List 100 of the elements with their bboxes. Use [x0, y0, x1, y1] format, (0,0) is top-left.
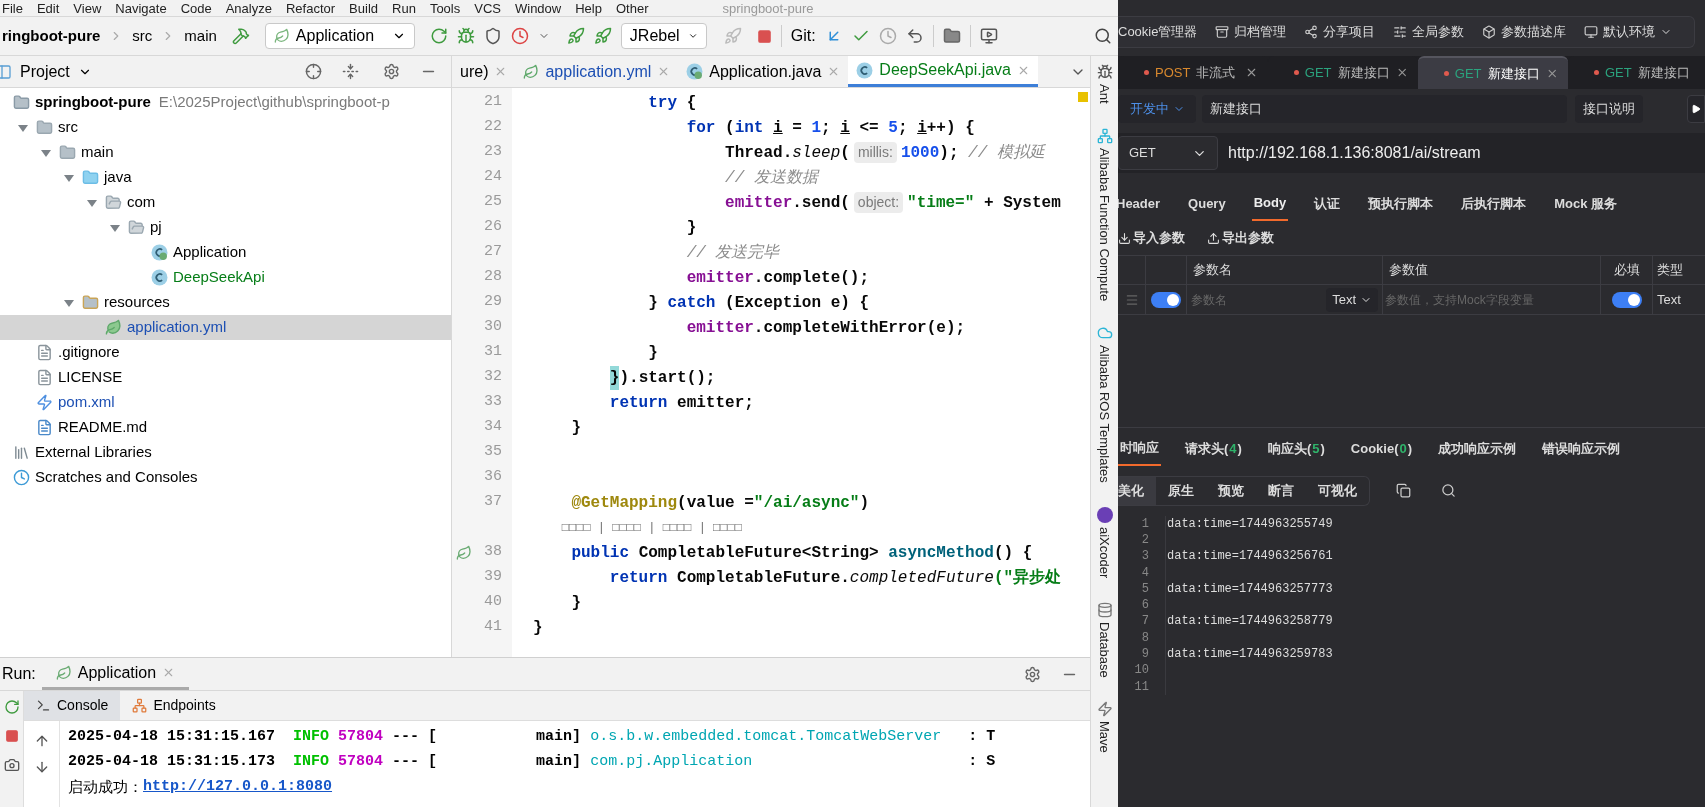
expanded-arrow-icon[interactable] [18, 122, 28, 133]
code-editor[interactable] [452, 88, 1090, 657]
toolbar-button[interactable]: 全局参数 [1393, 22, 1465, 42]
play-button[interactable] [1687, 95, 1705, 123]
search-icon[interactable] [1441, 483, 1456, 498]
breadcrumb-item[interactable]: src [132, 24, 153, 48]
leaf-icon[interactable] [456, 544, 472, 561]
camera-icon[interactable] [3, 757, 20, 773]
view-tab[interactable]: 原生 [1156, 476, 1206, 505]
rerun-icon[interactable] [3, 699, 20, 715]
debug-icon[interactable] [456, 27, 475, 45]
response-tab[interactable]: Cookie(0) [1348, 431, 1415, 466]
response-tab[interactable]: 成功响应示例 [1436, 431, 1519, 466]
toggle-switch[interactable] [1611, 291, 1642, 308]
tree-item[interactable]: LICENSE [0, 365, 451, 390]
response-tab[interactable]: 错误响应示例 [1540, 431, 1623, 466]
menu-item[interactable]: Navigate [115, 1, 167, 15]
tool-window-button[interactable]: Alibaba ROS Templates [1094, 344, 1115, 483]
expanded-arrow-icon[interactable] [64, 297, 74, 308]
menu-item[interactable]: Edit [36, 1, 60, 15]
request-section-tab[interactable]: 后执行脚本 [1459, 187, 1529, 221]
menu-item[interactable]: Tools [429, 1, 461, 15]
tree-item[interactable]: pom.xml [0, 390, 451, 415]
toolbar-button[interactable]: 归档管理 [1215, 22, 1287, 42]
editor-tab[interactable]: ure) [452, 56, 516, 87]
close-icon[interactable] [1545, 67, 1558, 80]
tree-item[interactable]: .gitignore [0, 340, 451, 365]
response-tab[interactable]: 响应头(5) [1265, 431, 1327, 466]
view-tab[interactable]: 预览 [1206, 476, 1256, 505]
view-tab[interactable]: 美化 [1118, 476, 1156, 505]
menu-item[interactable]: VCS [474, 1, 501, 15]
locate-icon[interactable] [305, 63, 322, 80]
tree-item[interactable]: DeepSeekApi [0, 265, 451, 290]
request-section-tab[interactable]: Query [1186, 187, 1228, 221]
tree-item[interactable]: resources [0, 290, 451, 315]
method-select[interactable]: GET [1118, 136, 1218, 170]
console-tab[interactable]: Console [24, 691, 121, 720]
menu-item[interactable]: Refactor [285, 1, 336, 15]
request-section-tab[interactable]: 认证 [1312, 187, 1343, 221]
editor-tab[interactable]: Application.java [678, 56, 849, 87]
name-field[interactable]: 新建接口 [1202, 95, 1567, 123]
editor-tab[interactable]: DeepSeekApi.java [848, 56, 1038, 87]
request-section-tab[interactable]: 预执行脚本 [1366, 187, 1436, 221]
request-section-tab[interactable]: Body [1251, 187, 1289, 221]
stop-icon[interactable] [4, 729, 19, 743]
tree-item[interactable]: Application [0, 240, 451, 265]
settings-icon[interactable] [1024, 665, 1041, 683]
close-icon[interactable] [1395, 66, 1408, 79]
console-tab[interactable]: Endpoints [120, 691, 228, 720]
menu-item[interactable]: View [73, 1, 102, 15]
tree-item[interactable]: application.yml [0, 315, 451, 340]
tree-item[interactable]: README.md [0, 415, 451, 440]
tree-item[interactable]: pj [0, 215, 451, 240]
search-icon[interactable] [1094, 27, 1112, 45]
type-dropdown[interactable]: Text [1326, 287, 1378, 312]
request-tab[interactable]: GET 新建接口 [1418, 56, 1568, 89]
tree-item[interactable]: java [0, 165, 451, 190]
param-name-field[interactable]: 参数名 [1191, 290, 1323, 309]
close-icon[interactable] [1245, 66, 1258, 79]
hammer-icon[interactable] [231, 27, 250, 45]
run-config-dropdown[interactable]: Application [264, 23, 415, 49]
tool-window-button[interactable]: aiXcoder [1094, 526, 1115, 578]
import-button[interactable]: 导入参数 [1118, 228, 1185, 248]
profile-icon[interactable] [510, 27, 529, 45]
tree-item[interactable]: main [0, 140, 451, 165]
status-dropdown[interactable]: 开发中 [1118, 95, 1196, 123]
toolbar-button[interactable]: 参数描述库 [1482, 22, 1567, 42]
view-tab[interactable]: 断言 [1256, 476, 1306, 505]
tool-window-button[interactable]: Ant [1094, 84, 1115, 104]
undo-icon[interactable] [905, 27, 924, 45]
console-link[interactable]: http://127.0.0.1:8080 [143, 776, 333, 799]
project-view-dropdown[interactable]: Project [20, 59, 92, 84]
menu-item[interactable]: Build [349, 1, 378, 15]
stop-icon[interactable] [756, 28, 772, 44]
breadcrumb-item[interactable]: main [184, 24, 217, 48]
tool-window-button[interactable]: Mave [1094, 721, 1115, 754]
presentation-icon[interactable] [979, 27, 998, 45]
coverage-icon[interactable] [483, 27, 502, 45]
response-tab[interactable]: 请求头(4) [1183, 431, 1244, 466]
expanded-arrow-icon[interactable] [110, 222, 120, 233]
menu-item[interactable]: Analyze [225, 1, 272, 15]
doc-button[interactable]: 接口说明 [1575, 95, 1643, 123]
export-button[interactable]: 导出参数 [1207, 228, 1274, 248]
url-field[interactable]: http://192.168.1.136:8081/ai/stream [1228, 141, 1481, 165]
view-tab[interactable]: 可视化 [1306, 476, 1369, 505]
expanded-arrow-icon[interactable] [64, 172, 74, 183]
editor-tab[interactable]: application.yml [515, 56, 679, 87]
menu-item[interactable]: Help [575, 1, 602, 15]
copy-icon[interactable] [1396, 483, 1411, 498]
response-tab[interactable]: 时响应 [1118, 431, 1161, 466]
menu-item[interactable]: Run [392, 1, 416, 15]
drag-handle-icon[interactable] [1124, 292, 1139, 307]
rocket-icon[interactable] [566, 27, 585, 45]
rerun-icon[interactable] [429, 27, 448, 45]
toolbar-button[interactable]: Cookie管理器 [1118, 22, 1198, 42]
tree-item[interactable]: Scratches and Consoles [0, 465, 451, 490]
rocket-icon[interactable] [593, 27, 612, 45]
project-structure-icon[interactable] [942, 27, 961, 45]
menu-item[interactable]: File [2, 1, 23, 15]
tree-item[interactable]: springboot-pure E:\2025Project\github\springboot-p [0, 90, 451, 115]
